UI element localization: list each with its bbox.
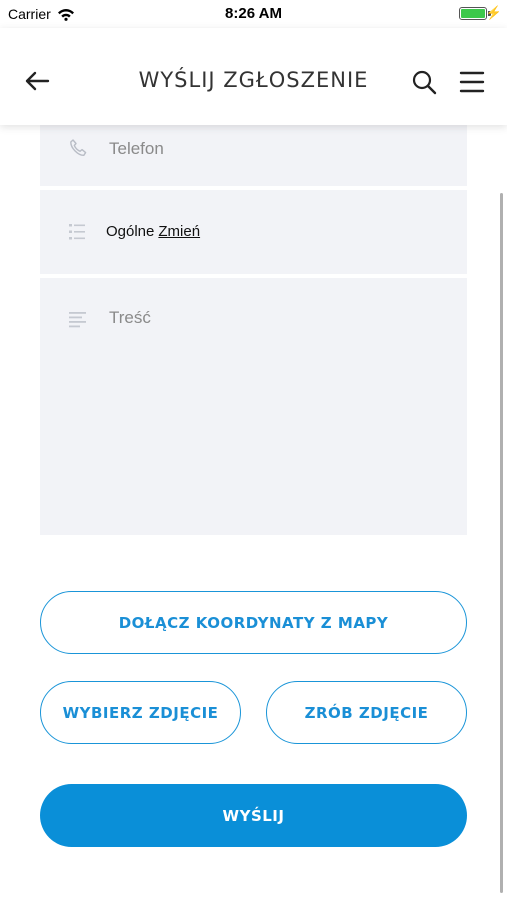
change-category-link[interactable]: Zmień <box>158 223 200 240</box>
hamburger-menu-icon[interactable] <box>458 70 486 94</box>
navigation-bar: WYŚLIJ ZGŁOSZENIE <box>0 28 507 125</box>
category-value-wrap: Ogólne Zmień <box>106 223 200 240</box>
charging-bolt-icon: ⚡ <box>485 5 502 20</box>
phone-field[interactable]: Telefon <box>40 125 467 186</box>
form-content: Telefon Ogólne Zmień Treść DOŁĄCZ KOORDY… <box>0 125 507 900</box>
pick-photo-button[interactable]: WYBIERZ ZDJĘCIE <box>40 681 241 744</box>
attach-coordinates-button[interactable]: DOŁĄCZ KOORDYNATY Z MAPY <box>40 591 467 654</box>
search-icon[interactable] <box>410 68 438 96</box>
send-button[interactable]: WYŚLIJ <box>40 784 467 847</box>
list-icon <box>68 222 88 242</box>
status-time: 8:26 AM <box>225 5 282 22</box>
message-body-field[interactable]: Treść <box>40 278 467 535</box>
phone-placeholder: Telefon <box>109 139 164 158</box>
status-bar: Carrier 8:26 AM ⚡ <box>0 0 507 28</box>
battery-icon <box>459 7 487 20</box>
scrollbar[interactable] <box>500 193 503 893</box>
category-field[interactable]: Ogólne Zmień <box>40 190 467 274</box>
category-value: Ogólne <box>106 223 155 240</box>
text-lines-icon <box>68 309 88 329</box>
battery-fill <box>461 9 485 18</box>
message-body-placeholder: Treść <box>109 308 151 327</box>
take-photo-button[interactable]: ZRÓB ZDJĘCIE <box>266 681 467 744</box>
phone-icon <box>68 138 88 158</box>
